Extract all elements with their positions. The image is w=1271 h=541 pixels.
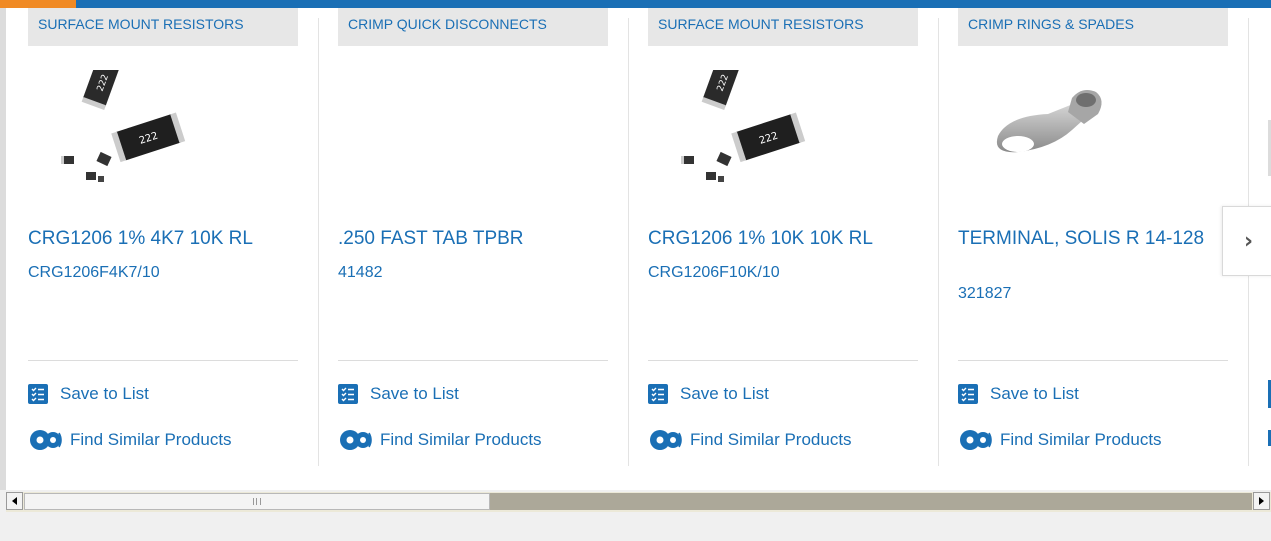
card-separator <box>338 360 608 361</box>
card-divider <box>318 18 319 466</box>
gear-icon <box>650 430 682 450</box>
checklist-icon <box>28 384 48 404</box>
card-separator <box>648 360 918 361</box>
category-label[interactable]: CRIMP RINGS & SPADES <box>958 8 1228 46</box>
top-accent-bar <box>0 0 1271 8</box>
arrow-left-icon <box>12 497 17 505</box>
category-label[interactable]: CRIMP QUICK DISCONNECTS <box>338 8 608 46</box>
carousel-next-button[interactable]: › <box>1222 206 1271 276</box>
gear-icon <box>960 430 992 450</box>
save-to-list-button[interactable]: Save to List <box>648 384 769 404</box>
scrollbar-track[interactable] <box>490 493 1252 510</box>
card-divider <box>628 18 629 466</box>
accent-strip <box>0 0 76 8</box>
find-similar-label: Find Similar Products <box>380 430 542 449</box>
save-to-list-label: Save to List <box>60 384 149 403</box>
grip-icon <box>253 498 261 505</box>
scrollbar-thumb[interactable] <box>24 493 490 510</box>
find-similar-button[interactable]: Find Similar Products <box>648 429 852 451</box>
category-label[interactable]: SURFACE MOUNT RESISTORS <box>28 8 298 46</box>
scroll-left-button[interactable] <box>6 492 23 510</box>
product-card: CRIMP QUICK DISCONNECTS .250 FAST TAB TP… <box>338 8 608 466</box>
product-title-link[interactable]: CRG1206 1% 4K7 10K RL <box>28 228 290 249</box>
product-sku-link[interactable]: CRG1206F10K/10 <box>648 263 780 283</box>
find-similar-button[interactable]: Find Similar Products <box>958 429 1162 451</box>
gear-icon <box>340 430 372 450</box>
find-similar-button[interactable]: Find Similar Products <box>338 429 542 451</box>
find-similar-button[interactable]: Find Similar Products <box>28 429 232 451</box>
save-to-list-label: Save to List <box>680 384 769 403</box>
product-sku-link[interactable]: 41482 <box>338 263 383 283</box>
save-to-list-button[interactable]: Save to List <box>28 384 149 404</box>
checklist-icon <box>648 384 668 404</box>
ring-terminal-image[interactable] <box>968 70 1128 190</box>
scroll-right-button[interactable] <box>1253 492 1270 510</box>
product-title-link[interactable]: .250 FAST TAB TPBR <box>338 228 600 249</box>
product-title-link[interactable]: TERMINAL, SOLIS R 14-128 <box>958 228 1220 249</box>
checklist-icon <box>958 384 978 404</box>
smd-resistor-image[interactable]: 222 222 <box>38 70 198 190</box>
product-sku-link[interactable]: 321827 <box>958 284 1011 304</box>
card-separator <box>28 360 298 361</box>
arrow-right-icon <box>1259 497 1264 505</box>
chevron-right-icon: › <box>1243 228 1254 254</box>
gear-icon <box>30 430 62 450</box>
find-similar-label: Find Similar Products <box>690 430 852 449</box>
checklist-icon <box>338 384 358 404</box>
save-to-list-button[interactable]: Save to List <box>338 384 459 404</box>
product-sku-link[interactable]: CRG1206F4K7/10 <box>28 263 160 283</box>
product-card: SURFACE MOUNT RESISTORS 222 222 CRG1206 … <box>28 8 298 466</box>
horizontal-scrollbar[interactable] <box>6 492 1271 512</box>
category-label[interactable]: SURFACE MOUNT RESISTORS <box>648 8 918 46</box>
smd-resistor-image[interactable]: 222 222 <box>658 70 818 190</box>
carousel-left-edge <box>0 8 6 490</box>
find-similar-label: Find Similar Products <box>1000 430 1162 449</box>
save-to-list-label: Save to List <box>990 384 1079 403</box>
card-divider <box>938 18 939 466</box>
find-similar-label: Find Similar Products <box>70 430 232 449</box>
product-carousel: SURFACE MOUNT RESISTORS 222 222 CRG1206 … <box>0 0 1271 490</box>
product-card: SURFACE MOUNT RESISTORS 222 222 CRG1206 … <box>648 8 918 466</box>
save-to-list-label: Save to List <box>370 384 459 403</box>
save-to-list-button[interactable]: Save to List <box>958 384 1079 404</box>
product-card: CRIMP RINGS & SPADES TERMINAL, SOLIS R 1… <box>958 8 1228 466</box>
card-separator <box>958 360 1228 361</box>
product-title-link[interactable]: CRG1206 1% 10K 10K RL <box>648 228 910 249</box>
